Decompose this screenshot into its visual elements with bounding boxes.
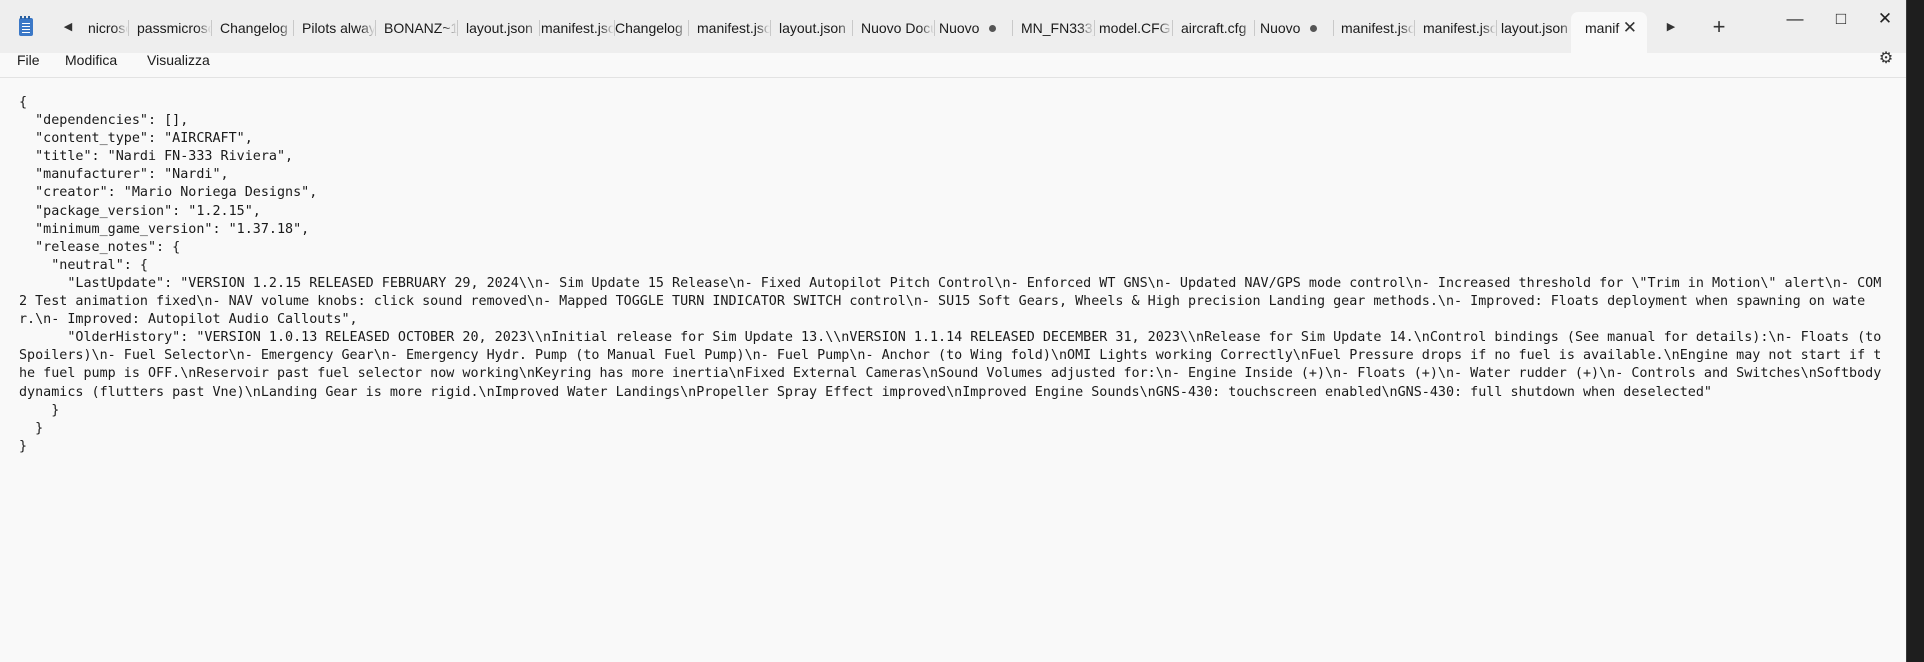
editor-line: "package_version": "1.2.15",	[19, 203, 261, 219]
scroll-tabs-left-icon[interactable]: ◀	[58, 16, 78, 38]
tab[interactable]: manifest.jsoi	[1335, 12, 1415, 44]
minimize-button[interactable]: —	[1772, 4, 1818, 34]
tab[interactable]: manifest.jsoi	[535, 12, 615, 44]
close-tab-icon[interactable]: ✕	[1623, 12, 1637, 44]
tab[interactable]: nicroso	[82, 12, 129, 44]
tab-label: aircraft.cfg	[1181, 20, 1247, 36]
tab[interactable]: layout.json	[1495, 12, 1575, 44]
menu-file[interactable]: File	[17, 53, 40, 68]
tab-active[interactable]: manif ✕	[1571, 12, 1647, 53]
tab-label: manif	[1585, 20, 1620, 36]
menu-divider	[0, 77, 1906, 78]
close-window-button[interactable]: ✕	[1862, 4, 1906, 34]
menu-modifica[interactable]: Modifica	[65, 53, 117, 68]
notepad-app-icon	[19, 16, 33, 36]
tab[interactable]: BONANZ~1.(	[378, 12, 458, 44]
editor-line: "title": "Nardi FN-333 Riviera",	[19, 149, 294, 165]
tab[interactable]: manifest.jsoi	[1417, 12, 1497, 44]
editor-line: "release_notes": {	[19, 239, 181, 255]
tab[interactable]: Nuovo	[933, 12, 1013, 44]
tab[interactable]: layout.json	[773, 12, 853, 44]
editor-line: "content_type": "AIRCRAFT",	[19, 131, 253, 147]
tab[interactable]: aircraft.cfg	[1175, 12, 1255, 44]
unsaved-dot-icon	[989, 25, 996, 32]
tab[interactable]: MN_FN333_I	[1015, 12, 1095, 44]
editor-line: }	[19, 420, 44, 436]
title-bar: ◀ nicroso passmicroso Changelog 1 Pilots…	[0, 0, 1906, 53]
editor-line: }	[19, 402, 60, 418]
tab[interactable]: layout.json	[460, 12, 540, 44]
tab[interactable]: Pilots always	[296, 12, 376, 44]
editor-line: "minimum_game_version": "1.37.18",	[19, 221, 310, 237]
editor-line: "dependencies": [],	[19, 113, 189, 129]
notepad-window: ◀ nicroso passmicroso Changelog 1 Pilots…	[0, 0, 1907, 662]
tab[interactable]: Nuovo	[1254, 12, 1334, 44]
tab-label: Nuovo	[939, 20, 980, 36]
background-window-strip	[1907, 0, 1924, 662]
tab[interactable]: model.CFG	[1093, 12, 1173, 44]
editor-line: "neutral": {	[19, 257, 148, 273]
tab-label: layout.json	[466, 20, 533, 36]
text-editor[interactable]: { "dependencies": [], "content_type": "A…	[19, 94, 1889, 456]
editor-line: "creator": "Mario Noriega Designs",	[19, 185, 318, 201]
editor-line: "OlderHistory": "VERSION 1.0.13 RELEASED…	[19, 330, 1890, 400]
tab[interactable]: Nuovo Docu	[855, 12, 935, 44]
maximize-button[interactable]: □	[1818, 4, 1864, 34]
editor-line: "LastUpdate": "VERSION 1.2.15 RELEASED F…	[19, 275, 1890, 328]
tab[interactable]: Changelog 1	[214, 12, 294, 44]
unsaved-dot-icon	[1310, 25, 1317, 32]
scroll-tabs-right-icon[interactable]: ▶	[1661, 16, 1681, 38]
settings-gear-icon[interactable]: ⚙	[1878, 51, 1894, 67]
tab-label: layout.json	[1501, 20, 1568, 36]
tab-label: layout.json	[779, 20, 846, 36]
tab[interactable]: passmicroso	[131, 12, 212, 44]
tab[interactable]: Changelog 1	[609, 12, 689, 44]
editor-line: {	[19, 95, 28, 110]
editor-line: }	[19, 438, 28, 454]
tab-label: Nuovo	[1260, 20, 1301, 36]
menu-visualizza[interactable]: Visualizza	[147, 53, 210, 68]
menu-bar: File Modifica Visualizza	[0, 53, 1906, 78]
tab[interactable]: manifest.jsoi	[691, 12, 771, 44]
new-tab-button[interactable]: +	[1706, 14, 1732, 40]
editor-line: "manufacturer": "Nardi",	[19, 167, 229, 183]
